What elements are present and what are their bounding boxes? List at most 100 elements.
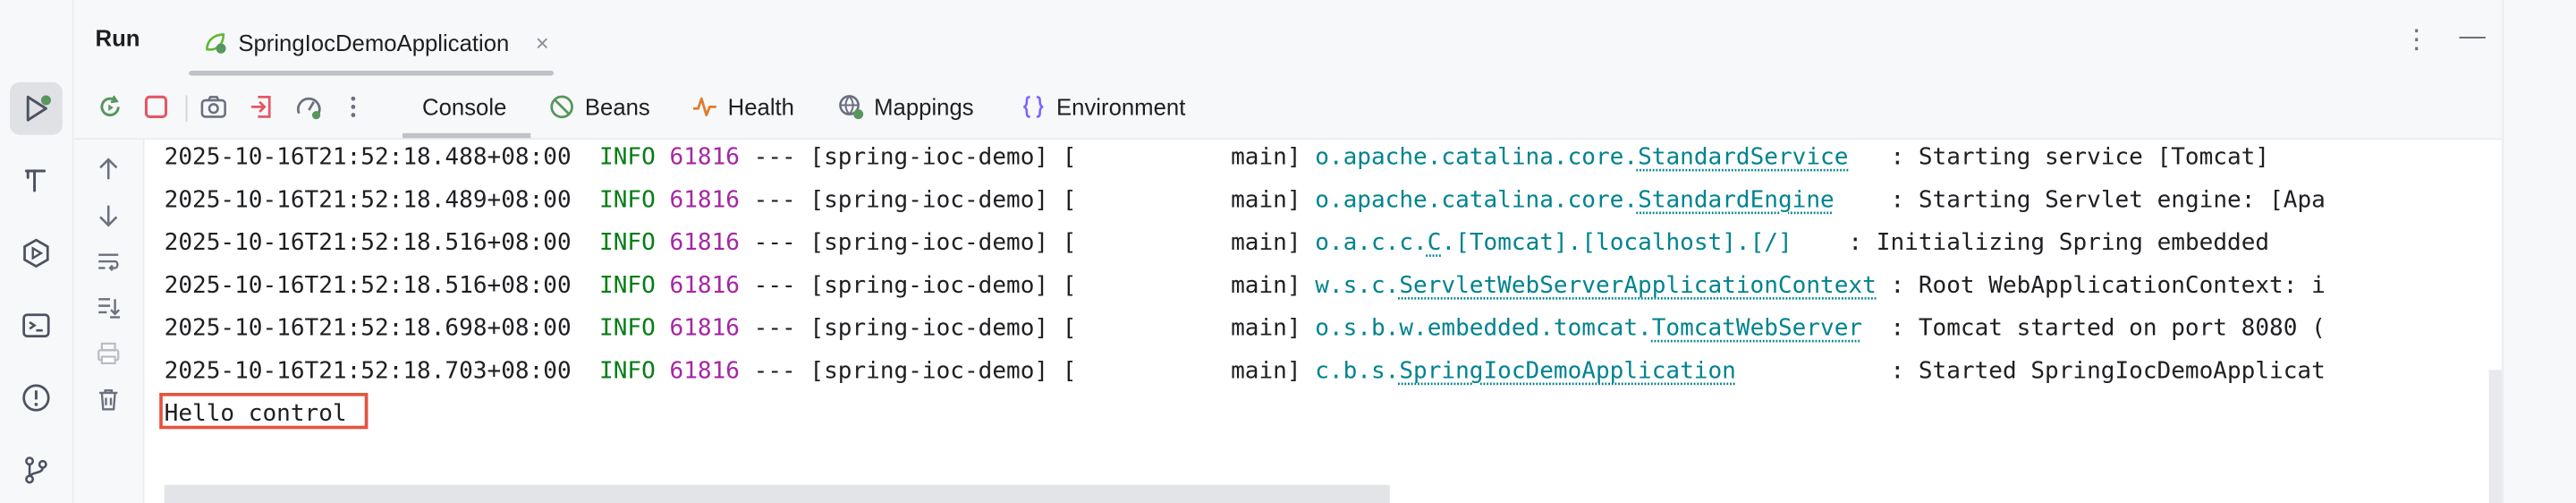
log-level: INFO [599, 315, 656, 343]
log-level: INFO [599, 358, 656, 385]
tab-health[interactable]: Health [691, 75, 794, 138]
logger-package: w.s.c. [1315, 272, 1400, 300]
logger-package: o.a.c.c. [1315, 230, 1428, 257]
log-timestamp: 2025-10-16T21:52:18.488+08:00 [164, 144, 572, 172]
more-options-icon[interactable]: ⋮ [2403, 23, 2429, 56]
log-timestamp: 2025-10-16T21:52:18.698+08:00 [164, 315, 572, 343]
panel-title: Run [95, 24, 140, 51]
log-line: 2025-10-16T21:52:18.488+08:00 INFO 61816… [165, 140, 2269, 179]
run-config-tab-label: SpringIocDemoApplication [238, 30, 510, 56]
panel-actions: ⋮ — [2403, 23, 2486, 56]
logger-package: o.s.b.w.embedded.tomcat. [1315, 315, 1652, 343]
log-thread: --- [spring-ioc-demo] [ main] [739, 358, 1316, 385]
beans-icon [550, 95, 573, 119]
log-line: 2025-10-16T21:52:18.703+08:00 INFO 61816… [165, 350, 2326, 393]
scroll-to-end-icon[interactable] [92, 291, 125, 324]
logger-class-link[interactable]: SpringIocDemoApplication [1399, 358, 1736, 384]
logger-class-link[interactable]: C [1428, 230, 1442, 256]
log-pid: 61816 [669, 230, 740, 257]
dashboard-icon[interactable] [292, 90, 326, 124]
build-icon[interactable] [10, 155, 63, 208]
tab-console-label: Console [422, 93, 507, 121]
log-pid: 61816 [669, 187, 740, 214]
log-thread: --- [spring-ioc-demo] [ main] [739, 144, 1316, 172]
arrow-down-icon[interactable] [92, 199, 125, 232]
log-pid: 61816 [669, 144, 740, 172]
tab-health-label: Health [727, 93, 794, 121]
log-logger[interactable]: o.a.c.c.C.[Tomcat].[localhost].[/] [1315, 230, 1792, 256]
log-pad [1877, 273, 1891, 299]
log-message: : Tomcat started on port 8080 ( [1890, 315, 2326, 343]
tab-environment[interactable]: Environment [1021, 75, 1186, 138]
log-message: : Initializing Spring embedded [1848, 230, 2270, 257]
minimize-icon[interactable]: — [2460, 23, 2486, 56]
highlight-box [159, 392, 369, 430]
log-pid: 61816 [669, 272, 740, 300]
logger-package: c.b.s. [1315, 358, 1400, 385]
run-icon[interactable] [10, 81, 63, 135]
tab-mappings[interactable]: Mappings [838, 75, 974, 138]
log-level: INFO [599, 144, 656, 172]
logger-package: o.apache.catalina.core. [1315, 144, 1639, 172]
left-tool-strip [0, 0, 74, 503]
vertical-scrollbar[interactable] [2488, 370, 2503, 503]
horizontal-scrollbar[interactable] [164, 484, 1390, 503]
log-pad [1862, 316, 1890, 342]
health-icon [693, 97, 716, 116]
arrow-up-icon[interactable] [92, 153, 125, 186]
close-icon[interactable]: × [536, 30, 549, 55]
logger-package: o.apache.catalina.core. [1315, 187, 1639, 214]
logger-class-link[interactable]: ServletWebServerApplicationContext [1399, 273, 1876, 299]
logger-suffix: .[Tomcat].[localhost].[/] [1441, 230, 1792, 257]
log-logger[interactable]: o.apache.catalina.core.StandardEngine [1315, 187, 1835, 213]
git-icon[interactable] [10, 444, 63, 497]
problems-icon[interactable] [10, 371, 63, 424]
screenshot-icon[interactable] [197, 90, 230, 124]
console-tab-indicator [402, 132, 531, 139]
more-icon[interactable] [337, 90, 370, 124]
log-thread: --- [spring-ioc-demo] [ main] [739, 230, 1316, 257]
run-panel: Run SpringIocDemoApplication × ⋮ — Conso… [73, 0, 2503, 503]
console-toolbar: Console Beans Health Mappings Environmen… [73, 75, 2503, 141]
log-pad [1736, 358, 1891, 384]
rerun-icon[interactable] [94, 90, 127, 124]
services-icon[interactable] [10, 226, 63, 279]
mappings-icon [839, 95, 864, 120]
terminal-icon[interactable] [10, 299, 63, 352]
log-logger[interactable]: o.apache.catalina.core.StandardService [1315, 145, 1848, 171]
tab-beans-label: Beans [584, 93, 650, 121]
logger-class-link[interactable]: TomcatWebServer [1652, 316, 1862, 342]
print-icon[interactable] [92, 337, 125, 371]
log-level: INFO [599, 272, 656, 300]
log-logger[interactable]: o.s.b.w.embedded.tomcat.TomcatWebServer [1315, 316, 1862, 342]
trash-icon[interactable] [92, 383, 125, 416]
tab-environment-label: Environment [1055, 93, 1186, 121]
tab-console[interactable]: Console [422, 75, 506, 138]
console-output[interactable]: 2025-10-16T21:52:18.488+08:00 INFO 61816… [144, 140, 2503, 503]
log-pid: 61816 [669, 315, 740, 343]
log-thread: --- [spring-ioc-demo] [ main] [739, 187, 1316, 214]
environment-icon [1023, 96, 1044, 118]
exit-icon[interactable] [245, 90, 278, 124]
logger-class-link[interactable]: StandardEngine [1638, 187, 1835, 213]
log-timestamp: 2025-10-16T21:52:18.516+08:00 [164, 272, 572, 300]
log-level: INFO [599, 187, 656, 214]
log-logger[interactable]: w.s.c.ServletWebServerApplicationContext [1315, 273, 1877, 299]
log-message: : Started SpringIocDemoApplicat [1890, 358, 2326, 385]
log-logger[interactable]: c.b.s.SpringIocDemoApplication [1315, 358, 1736, 384]
log-line: 2025-10-16T21:52:18.489+08:00 INFO 61816… [165, 179, 2326, 222]
log-timestamp: 2025-10-16T21:52:18.516+08:00 [164, 230, 572, 257]
logger-class-link[interactable]: StandardService [1638, 145, 1848, 171]
log-message: : Root WebApplicationContext: i [1890, 272, 2326, 300]
spring-boot-icon [206, 33, 226, 54]
log-level: INFO [599, 230, 656, 257]
soft-wrap-icon[interactable] [92, 245, 125, 278]
log-pad [1792, 230, 1849, 256]
stop-icon[interactable] [140, 90, 173, 124]
log-message: : Starting Servlet engine: [Apa [1890, 187, 2326, 214]
run-config-tab[interactable]: SpringIocDemoApplication × [189, 13, 562, 72]
log-pad [1835, 187, 1891, 213]
tab-beans[interactable]: Beans [548, 75, 650, 138]
log-line: 2025-10-16T21:52:18.516+08:00 INFO 61816… [165, 265, 2326, 308]
log-timestamp: 2025-10-16T21:52:18.703+08:00 [164, 358, 572, 385]
